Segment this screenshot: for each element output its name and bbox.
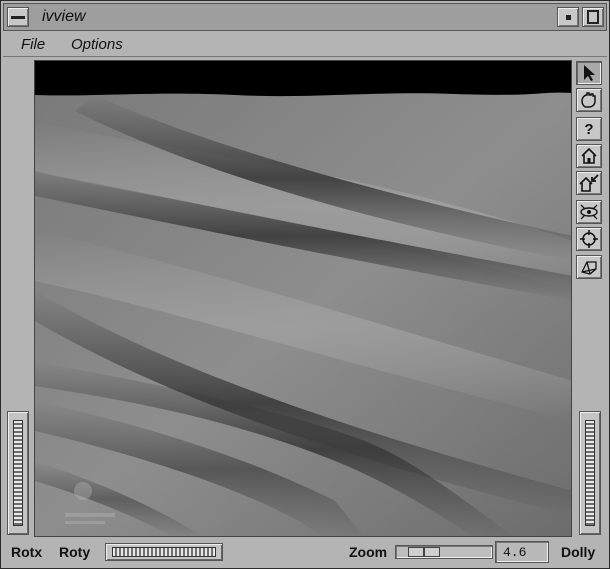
window-menu-button[interactable] [7, 7, 29, 27]
roty-label: Roty [59, 544, 91, 560]
menu-bar: File Options [3, 33, 607, 57]
minimize-icon [566, 15, 571, 20]
view-mode-button[interactable] [576, 88, 602, 112]
roty-thumbwheel-grip[interactable] [112, 547, 216, 557]
terrain-render [35, 61, 571, 536]
view-all-icon [580, 204, 598, 220]
perspective-button[interactable] [576, 255, 602, 279]
help-icon: ? [584, 120, 594, 138]
menu-file[interactable]: File [21, 36, 45, 53]
dolly-thumbwheel[interactable] [579, 411, 601, 535]
zoom-value-field[interactable]: 4.6 [495, 541, 549, 563]
set-home-button[interactable] [576, 171, 602, 195]
maximize-icon [587, 10, 599, 24]
3d-viewer[interactable] [34, 60, 572, 537]
zoom-slider-thumb[interactable] [408, 547, 440, 557]
roty-thumbwheel[interactable] [105, 543, 223, 561]
minimize-button[interactable] [557, 7, 579, 27]
select-mode-button[interactable] [576, 61, 602, 85]
window-title: ivview [42, 8, 86, 25]
rotx-thumbwheel[interactable] [7, 411, 29, 535]
rotx-label: Rotx [11, 544, 43, 560]
hand-icon [581, 92, 596, 108]
bottom-bar: Rotx Roty Zoom 4.6 Dolly [3, 538, 607, 566]
title-bar[interactable]: ivview [3, 3, 607, 31]
seek-button[interactable] [576, 227, 602, 251]
rotx-thumbwheel-grip[interactable] [13, 420, 23, 526]
dolly-label: Dolly [561, 544, 596, 560]
ivview-window: ivview File Options ? Rotx Roty Zoom 4.6… [0, 0, 610, 569]
home-button[interactable] [576, 144, 602, 168]
arrow-pointer-icon [584, 65, 595, 81]
dolly-thumbwheel-grip[interactable] [585, 420, 595, 526]
window-menu-icon [11, 16, 25, 19]
seek-icon [580, 230, 598, 248]
maximize-button[interactable] [582, 7, 604, 27]
help-button[interactable]: ? [576, 117, 602, 141]
view-all-button[interactable] [576, 200, 602, 224]
home-icon [581, 147, 597, 164]
set-home-icon [579, 174, 599, 192]
zoom-slider[interactable] [395, 545, 493, 559]
menu-options[interactable]: Options [71, 36, 123, 53]
zoom-label: Zoom [349, 544, 388, 560]
perspective-icon [581, 261, 597, 275]
